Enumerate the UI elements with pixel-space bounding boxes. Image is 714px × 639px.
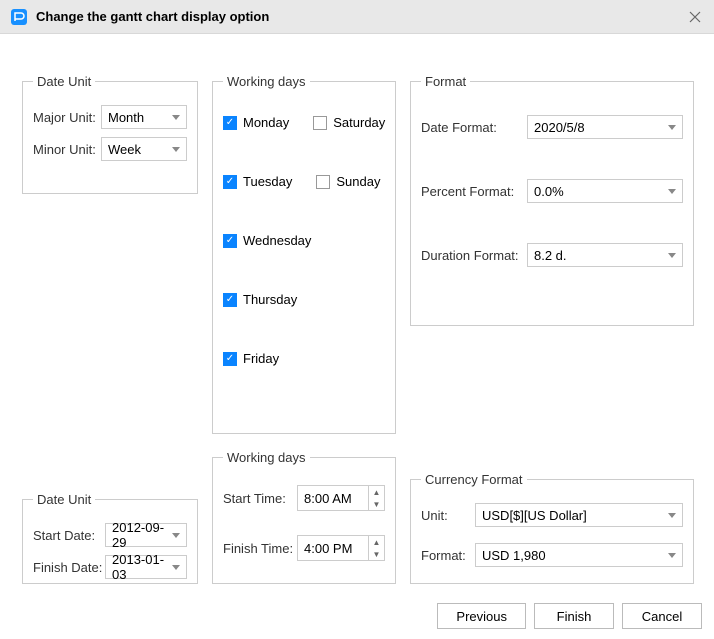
spinner-down-icon[interactable]: ▼	[369, 548, 384, 560]
finish-date-select[interactable]: 2013-01-03	[105, 555, 187, 579]
chevron-down-icon	[668, 189, 676, 194]
start-date-select[interactable]: 2012-09-29	[105, 523, 187, 547]
start-time-spinner[interactable]: 8:00 AM ▲ ▼	[297, 485, 385, 511]
chevron-down-icon	[668, 253, 676, 258]
percent-format-label: Percent Format:	[421, 184, 527, 199]
checkbox-checked-icon: ✓	[223, 116, 237, 130]
day-checkbox-monday[interactable]: ✓ Monday	[223, 115, 289, 130]
start-time-label: Start Time:	[223, 491, 297, 506]
currency-format-value: USD 1,980	[482, 548, 546, 563]
day-checkbox-friday[interactable]: ✓ Friday	[223, 351, 279, 366]
currency-format-legend: Currency Format	[421, 472, 527, 487]
day-label: Thursday	[243, 292, 297, 307]
percent-format-value: 0.0%	[534, 184, 564, 199]
day-checkbox-wednesday[interactable]: ✓ Wednesday	[223, 233, 311, 248]
spinner-down-icon[interactable]: ▼	[369, 498, 384, 510]
finish-time-label: Finish Time:	[223, 541, 297, 556]
start-date-value: 2012-09-29	[112, 520, 166, 550]
dialog-title: Change the gantt chart display option	[36, 9, 686, 24]
day-label: Wednesday	[243, 233, 311, 248]
minor-unit-select[interactable]: Week	[101, 137, 187, 161]
date-format-value: 2020/5/8	[534, 120, 585, 135]
duration-format-value: 8.2 d.	[534, 248, 567, 263]
checkbox-checked-icon: ✓	[223, 234, 237, 248]
working-days-legend: Working days	[223, 74, 310, 89]
app-logo-icon	[10, 8, 28, 26]
chevron-down-icon	[668, 553, 676, 558]
chevron-down-icon	[172, 565, 180, 570]
cancel-button[interactable]: Cancel	[622, 603, 702, 629]
start-time-value: 8:00 AM	[304, 491, 352, 506]
date-format-select[interactable]: 2020/5/8	[527, 115, 683, 139]
minor-unit-label: Minor Unit:	[33, 142, 101, 157]
checkbox-icon	[313, 116, 327, 130]
spinner-up-icon[interactable]: ▲	[369, 486, 384, 498]
major-unit-value: Month	[108, 110, 144, 125]
currency-unit-label: Unit:	[421, 508, 475, 523]
working-hours-legend: Working days	[223, 450, 310, 465]
date-range-legend: Date Unit	[33, 492, 95, 507]
currency-format-group: Currency Format Unit: USD[$][US Dollar] …	[410, 472, 694, 584]
day-checkbox-thursday[interactable]: ✓ Thursday	[223, 292, 297, 307]
working-hours-group: Working days Start Time: 8:00 AM ▲ ▼ Fin…	[212, 450, 396, 584]
currency-format-label: Format:	[421, 548, 475, 563]
day-label: Friday	[243, 351, 279, 366]
date-range-group: Date Unit Start Date: 2012-09-29 Finish …	[22, 492, 198, 584]
chevron-down-icon	[668, 513, 676, 518]
format-legend: Format	[421, 74, 470, 89]
day-label: Saturday	[333, 115, 385, 130]
date-unit-group: Date Unit Major Unit: Month Minor Unit: …	[22, 74, 198, 194]
checkbox-checked-icon: ✓	[223, 175, 237, 189]
minor-unit-value: Week	[108, 142, 141, 157]
chevron-down-icon	[172, 115, 180, 120]
day-label: Sunday	[336, 174, 380, 189]
spinner-up-icon[interactable]: ▲	[369, 536, 384, 548]
format-group: Format Date Format: 2020/5/8 Percent For…	[410, 74, 694, 326]
finish-date-value: 2013-01-03	[112, 552, 166, 582]
date-unit-legend: Date Unit	[33, 74, 95, 89]
day-label: Tuesday	[243, 174, 292, 189]
checkbox-icon	[316, 175, 330, 189]
chevron-down-icon	[172, 533, 180, 538]
chevron-down-icon	[668, 125, 676, 130]
finish-time-spinner[interactable]: 4:00 PM ▲ ▼	[297, 535, 385, 561]
previous-button[interactable]: Previous	[437, 603, 526, 629]
start-date-label: Start Date:	[33, 528, 105, 543]
day-label: Monday	[243, 115, 289, 130]
checkbox-checked-icon: ✓	[223, 352, 237, 366]
day-checkbox-tuesday[interactable]: ✓ Tuesday	[223, 174, 292, 189]
day-checkbox-saturday[interactable]: Saturday	[313, 115, 385, 130]
duration-format-label: Duration Format:	[421, 248, 527, 263]
finish-button[interactable]: Finish	[534, 603, 614, 629]
chevron-down-icon	[172, 147, 180, 152]
close-icon[interactable]	[686, 8, 704, 26]
checkbox-checked-icon: ✓	[223, 293, 237, 307]
currency-unit-select[interactable]: USD[$][US Dollar]	[475, 503, 683, 527]
working-days-group: Working days ✓ Monday Saturday ✓ Tuesday Sund…	[212, 74, 396, 434]
date-format-label: Date Format:	[421, 120, 527, 135]
day-checkbox-sunday[interactable]: Sunday	[316, 174, 380, 189]
currency-unit-value: USD[$][US Dollar]	[482, 508, 587, 523]
currency-format-select[interactable]: USD 1,980	[475, 543, 683, 567]
major-unit-select[interactable]: Month	[101, 105, 187, 129]
major-unit-label: Major Unit:	[33, 110, 101, 125]
duration-format-select[interactable]: 8.2 d.	[527, 243, 683, 267]
finish-date-label: Finish Date:	[33, 560, 105, 575]
percent-format-select[interactable]: 0.0%	[527, 179, 683, 203]
finish-time-value: 4:00 PM	[304, 541, 352, 556]
